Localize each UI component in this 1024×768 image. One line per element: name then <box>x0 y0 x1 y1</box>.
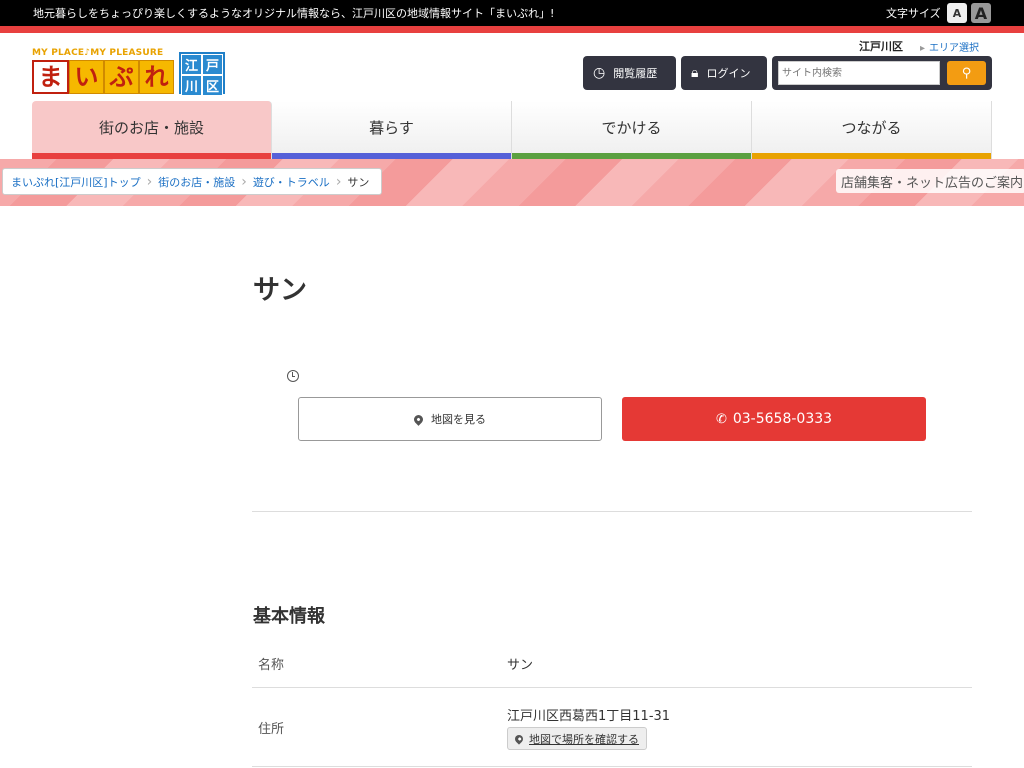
view-map-button[interactable]: 地図を見る <box>298 397 602 441</box>
info-value: サン <box>507 658 534 673</box>
page-title: サン <box>253 275 307 306</box>
info-value: 江戸川区西葛西1丁目11-31 <box>507 709 671 724</box>
logo-area-char: 区 <box>202 75 223 96</box>
chevron-right-icon: › <box>335 173 342 190</box>
chevron-right-icon: › <box>146 173 153 190</box>
site-tagline: 地元暮らしをちょっぴり楽しくするようなオリジナル情報なら、江戸川区の地域情報サイ… <box>33 7 555 20</box>
login-label: ログイン <box>706 67 751 80</box>
logo-area-char: 江 <box>181 54 202 75</box>
nav-label: つながる <box>841 118 902 137</box>
search-button[interactable]: ⚲ <box>947 61 986 85</box>
view-map-label: 地図を見る <box>431 413 486 426</box>
info-row-address: 住所 江戸川区西葛西1丁目11-31 地図で場所を確認する <box>252 688 972 767</box>
logo-char: ぷ <box>104 60 139 94</box>
logo-area-badge: 江 戸 川 区 <box>179 52 225 96</box>
ad-info-link[interactable]: 店舗集客・ネット広告のご案内 <box>836 169 1024 193</box>
main-nav: 街のお店・施設 暮らす でかける つながる <box>32 101 992 159</box>
clock-icon: ◷ <box>593 65 606 81</box>
logo-char: い <box>69 60 104 94</box>
phone-button[interactable]: ✆ 03-5658-0333 <box>622 397 926 441</box>
font-size-large-button[interactable]: A <box>971 3 991 23</box>
breadcrumb-link-shops[interactable]: 街のお店・施設 <box>158 174 235 190</box>
font-size-label: 文字サイズ <box>886 7 941 20</box>
address-map-label: 地図で場所を確認する <box>529 732 639 746</box>
logo-area-char: 戸 <box>202 54 223 75</box>
map-pin-icon <box>412 412 425 426</box>
nav-label: 暮らす <box>369 118 414 137</box>
site-logo[interactable]: MY PLACE♪MY PLEASURE ま い ぷ れ 江 戸 川 区 <box>32 48 226 96</box>
chevron-right-icon: › <box>241 173 247 190</box>
breadcrumb-current: サン <box>347 175 370 189</box>
phone-number: 03-5658-0333 <box>732 411 833 427</box>
logo-area-char: 川 <box>181 75 202 96</box>
font-size-small-button[interactable]: A <box>947 3 967 23</box>
logo-char: れ <box>139 60 174 94</box>
nav-item-outing[interactable]: でかける <box>512 101 752 159</box>
info-label: 名称 <box>258 658 285 673</box>
area-select-link[interactable]: エリア選択 <box>920 39 979 54</box>
map-pin-icon <box>513 732 525 745</box>
breadcrumb-link-travel[interactable]: 遊び・トラベル <box>253 174 330 190</box>
address-map-link[interactable]: 地図で場所を確認する <box>507 727 647 750</box>
nav-item-shops[interactable]: 街のお店・施設 <box>32 101 272 159</box>
history-button[interactable]: ◷ 閲覧履歴 <box>583 56 676 90</box>
phone-icon: ✆ <box>715 411 727 427</box>
history-label: 閲覧履歴 <box>613 67 658 80</box>
current-area: 江戸川区 <box>859 40 903 53</box>
nav-item-connect[interactable]: つながる <box>752 101 992 159</box>
login-button[interactable]: 🔒︎ ログイン <box>681 56 767 90</box>
info-row-name: 名称 サン <box>252 636 972 688</box>
breadcrumb-link-top[interactable]: まいぷれ[江戸川区]トップ <box>11 174 141 190</box>
search-box: ⚲ <box>772 56 992 90</box>
nav-label: でかける <box>601 118 662 137</box>
lock-icon: 🔒︎ <box>691 65 699 81</box>
basic-info-title: 基本情報 <box>253 606 325 627</box>
nav-label: 街のお店・施設 <box>98 118 204 137</box>
logo-slogan: MY PLACE♪MY PLEASURE <box>32 48 164 58</box>
search-input[interactable] <box>778 61 940 85</box>
search-icon: ⚲ <box>961 65 972 81</box>
logo-char: ま <box>32 60 69 94</box>
top-bar: 地元暮らしをちょっぴり楽しくするようなオリジナル情報なら、江戸川区の地域情報サイ… <box>0 0 1024 26</box>
nav-item-living[interactable]: 暮らす <box>272 101 512 159</box>
section-divider <box>252 511 972 512</box>
breadcrumb: まいぷれ[江戸川区]トップ › 街のお店・施設 › 遊び・トラベル › サン <box>2 168 383 195</box>
header-stripe <box>0 26 1024 33</box>
info-label: 住所 <box>258 722 285 737</box>
logo-name: ま い ぷ れ <box>32 60 174 94</box>
clock-icon <box>287 370 299 382</box>
